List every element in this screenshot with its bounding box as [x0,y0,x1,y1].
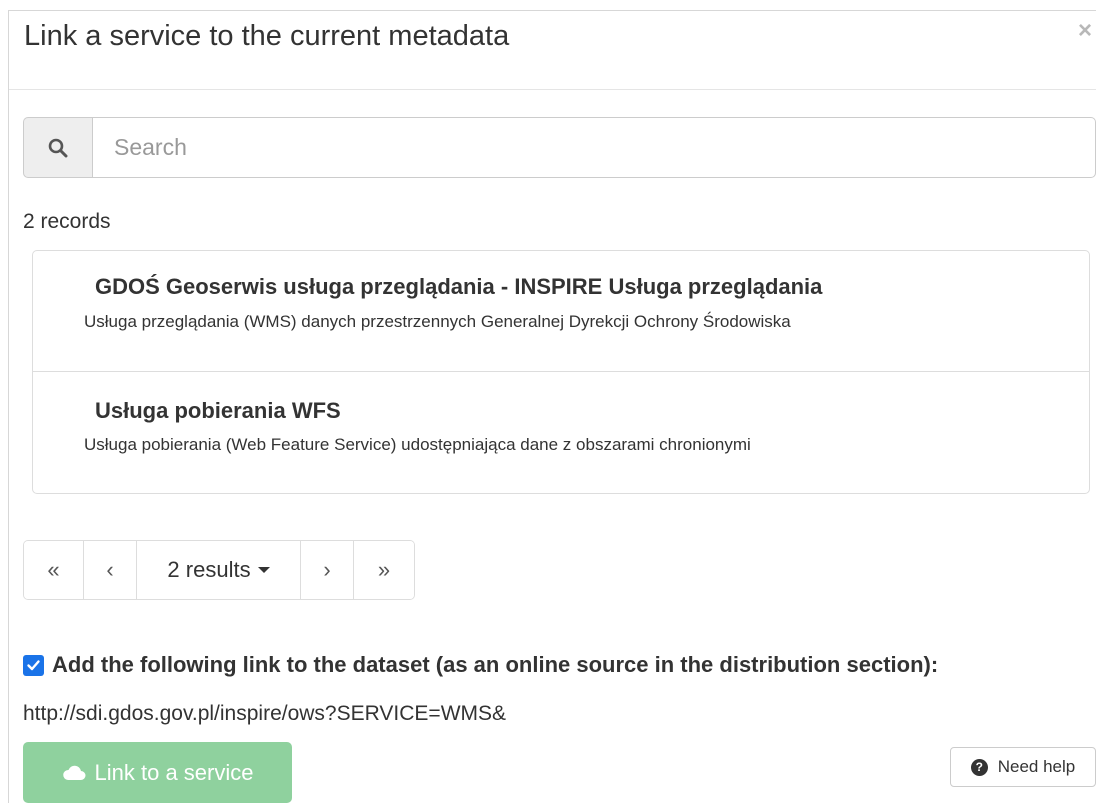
search-input[interactable] [92,117,1096,178]
add-link-option: Add the following link to the dataset (a… [23,652,938,678]
caret-down-icon [257,567,270,573]
dialog-border-left [8,10,9,803]
dialog-title: Link a service to the current metadata [24,20,510,52]
item-title: GDOŚ Geoserwis usługa przeglądania - INS… [95,274,823,299]
last-page-button[interactable]: » [354,541,414,599]
cloud-icon [62,765,86,781]
need-help-button[interactable]: ? Need help [950,747,1096,787]
pagination: « ‹ 2 results › » [23,540,415,600]
first-page-button[interactable]: « [24,541,84,599]
add-link-label: Add the following link to the dataset (a… [52,652,939,677]
next-page-button[interactable]: › [301,541,354,599]
item-description: Usługa pobierania (Web Feature Service) … [84,435,751,454]
results-list: GDOŚ Geoserwis usługa przeglądania - INS… [32,250,1090,494]
results-dropdown-label: 2 results [167,557,251,582]
list-item[interactable]: Usługa pobierania WFS Usługa pobierania … [33,372,1089,493]
close-icon[interactable]: × [1078,17,1092,45]
search-group [23,117,1096,178]
results-dropdown[interactable]: 2 results [137,541,301,599]
list-item[interactable]: GDOŚ Geoserwis usługa przeglądania - INS… [33,251,1089,372]
question-circle-icon: ? [970,758,988,776]
checkmark-icon [27,659,40,670]
item-title: Usługa pobierania WFS [95,398,341,423]
service-url: http://sdi.gdos.gov.pl/inspire/ows?SERVI… [23,702,507,725]
item-description: Usługa przeglądania (WMS) danych przestr… [84,312,791,331]
search-addon [23,117,92,178]
results-count: 2 records [23,210,111,233]
link-to-service-button[interactable]: Link to a service [23,742,292,803]
dialog-header: Link a service to the current metadata × [9,11,1096,90]
link-to-service-label: Link to a service [94,759,254,785]
previous-page-button[interactable]: ‹ [84,541,137,599]
search-icon [48,138,68,157]
add-link-checkbox[interactable] [23,654,44,676]
need-help-label: Need help [997,757,1076,776]
